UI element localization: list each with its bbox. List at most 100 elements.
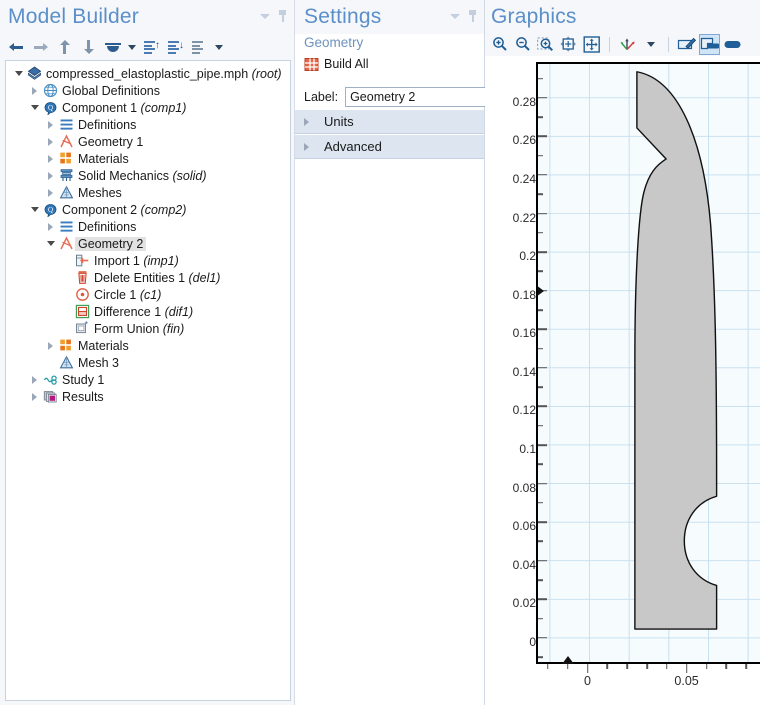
y-tick (538, 309, 543, 311)
y-tick (538, 637, 547, 639)
model-root-icon (25, 66, 43, 82)
twisty-expanded-icon[interactable] (28, 201, 41, 218)
geometry-icon (57, 134, 75, 150)
tree-item-difference-1[interactable]: Difference 1 (dif1) (6, 303, 290, 320)
tree-item-label: Component 2 (comp2) (62, 202, 187, 217)
deselect-icon[interactable] (722, 34, 743, 55)
settings-header: Settings (295, 0, 484, 34)
zoom-out-icon[interactable] (512, 34, 533, 55)
tree-item-circle-1[interactable]: Circle 1 (c1) (6, 286, 290, 303)
twisty-collapsed-icon[interactable] (28, 388, 41, 405)
section-units-label: Units (324, 114, 354, 129)
tree-item-study-1[interactable]: Study 1 (6, 371, 290, 388)
geometry-canvas[interactable] (536, 62, 760, 664)
component-icon: Q (41, 100, 59, 116)
x-tick (586, 664, 589, 673)
mesh-icon (57, 355, 75, 371)
axis-orientation-icon[interactable] (617, 34, 638, 55)
pin-icon[interactable] (468, 10, 477, 22)
build-all-button[interactable]: Build All (295, 53, 484, 73)
form-union-icon: * (73, 321, 91, 337)
select-box-icon[interactable] (699, 33, 720, 55)
settings-subtitle: Geometry (295, 34, 484, 53)
twisty-collapsed-icon[interactable] (44, 167, 57, 184)
list-options-icon[interactable] (189, 37, 210, 57)
show-hide-eye-icon[interactable] (102, 37, 123, 57)
zoom-box-icon[interactable] (535, 34, 556, 55)
tree-item-delete-entities-1[interactable]: Delete Entities 1 (del1) (6, 269, 290, 286)
chevron-down-icon[interactable] (126, 37, 138, 57)
label-caption: Label: (304, 90, 339, 104)
tree-item-label: Definitions (78, 219, 137, 234)
move-up-icon[interactable] (54, 37, 75, 57)
y-tick (538, 617, 543, 620)
expand-all-icon[interactable]: ↓ (165, 37, 186, 57)
zoom-in-icon[interactable] (489, 34, 510, 55)
tree-item-label: Study 1 (62, 372, 105, 387)
tree-item-component-2[interactable]: Q Component 2 (comp2) (6, 201, 290, 218)
tree-item-label: Materials (78, 151, 129, 166)
twisty-collapsed-icon[interactable] (28, 82, 41, 99)
tree-item-geometry-1[interactable]: Geometry 1 (6, 133, 290, 150)
twisty-collapsed-icon[interactable] (44, 337, 57, 354)
tree-item-definitions[interactable]: Definitions (6, 116, 290, 133)
chevron-down-icon-2[interactable] (213, 37, 225, 57)
section-units[interactable]: Units (295, 109, 484, 134)
materials-icon (57, 151, 75, 167)
tree-item-label: Difference 1 (dif1) (94, 304, 194, 319)
graphics-title: Graphics (491, 5, 577, 28)
x-axis-position-marker (561, 656, 574, 664)
select-all-icon[interactable] (676, 34, 697, 55)
section-advanced[interactable]: Advanced (295, 134, 484, 159)
mesh-icon (57, 185, 75, 201)
y-tick (538, 193, 543, 195)
y-axis-labels: 0 0.02 0.04 0.06 0.08 0.1 0.12 0.14 0.16 0.18 0.2 0… (486, 62, 536, 660)
twisty-collapsed-icon[interactable] (28, 371, 41, 388)
tree-item-component-1[interactable]: Q Component 1 (comp1) (6, 99, 290, 116)
tree-item-definitions[interactable]: Definitions (6, 218, 290, 235)
chevron-down-icon[interactable] (450, 13, 460, 19)
tree-item-results[interactable]: Results (6, 388, 290, 405)
label-field-row: Label: (295, 73, 517, 109)
tree-item-materials[interactable]: Materials (6, 337, 290, 354)
zoom-to-selection-icon[interactable] (581, 34, 602, 55)
x-tick (725, 664, 728, 669)
go-back-icon[interactable] (6, 37, 27, 57)
pin-icon[interactable] (278, 10, 287, 22)
twisty-none (60, 269, 73, 286)
y-axis-tick-label: 0.2 (519, 249, 536, 264)
tree-item-geometry-2[interactable]: Geometry 2 (6, 235, 290, 252)
study-icon (41, 372, 59, 388)
twisty-expanded-icon[interactable] (44, 235, 57, 252)
twisty-collapsed-icon[interactable] (44, 218, 57, 235)
difference-icon (73, 304, 91, 320)
twisty-collapsed-icon[interactable] (44, 150, 57, 167)
tree-item-compressed-elastoplastic-pipe-mph[interactable]: compressed_elastoplastic_pipe.mph (root) (6, 65, 290, 82)
model-tree[interactable]: compressed_elastoplastic_pipe.mph (root)… (5, 60, 291, 701)
twisty-expanded-icon[interactable] (28, 99, 41, 116)
x-tick (646, 664, 648, 669)
y-tick (538, 270, 543, 273)
twisty-expanded-icon[interactable] (12, 65, 25, 82)
twisty-collapsed-icon[interactable] (44, 133, 57, 150)
collapse-all-icon[interactable]: ↑ (141, 37, 162, 57)
tree-item-solid-mechanics[interactable]: Solid Mechanics (solid) (6, 167, 290, 184)
zoom-extents-icon[interactable] (558, 34, 579, 55)
tree-item-import-1[interactable]: Import 1 (imp1) (6, 252, 290, 269)
tree-item-form-union[interactable]: * Form Union (fin) (6, 320, 290, 337)
tree-item-meshes[interactable]: Meshes (6, 184, 290, 201)
y-axis-tick-label: 0.22 (512, 210, 536, 225)
tree-item-mesh-3[interactable]: Mesh 3 (6, 354, 290, 371)
twisty-collapsed-icon[interactable] (44, 116, 57, 133)
tree-item-global-definitions[interactable]: Global Definitions (6, 82, 290, 99)
chevron-down-icon[interactable] (260, 13, 270, 19)
move-down-icon[interactable] (78, 37, 99, 57)
tree-item-label: Global Definitions (62, 83, 160, 98)
graphics-plot-area[interactable]: 0 0.02 0.04 0.06 0.08 0.1 0.12 0.14 0.16 0.18 0.2 0… (486, 56, 760, 705)
tree-item-materials[interactable]: Materials (6, 150, 290, 167)
chevron-down-icon[interactable] (640, 34, 661, 55)
model-builder-toolbar: ↑ ↓ (0, 36, 294, 58)
go-forward-icon[interactable] (30, 37, 51, 57)
chevron-right-icon (304, 117, 324, 126)
twisty-collapsed-icon[interactable] (44, 184, 57, 201)
